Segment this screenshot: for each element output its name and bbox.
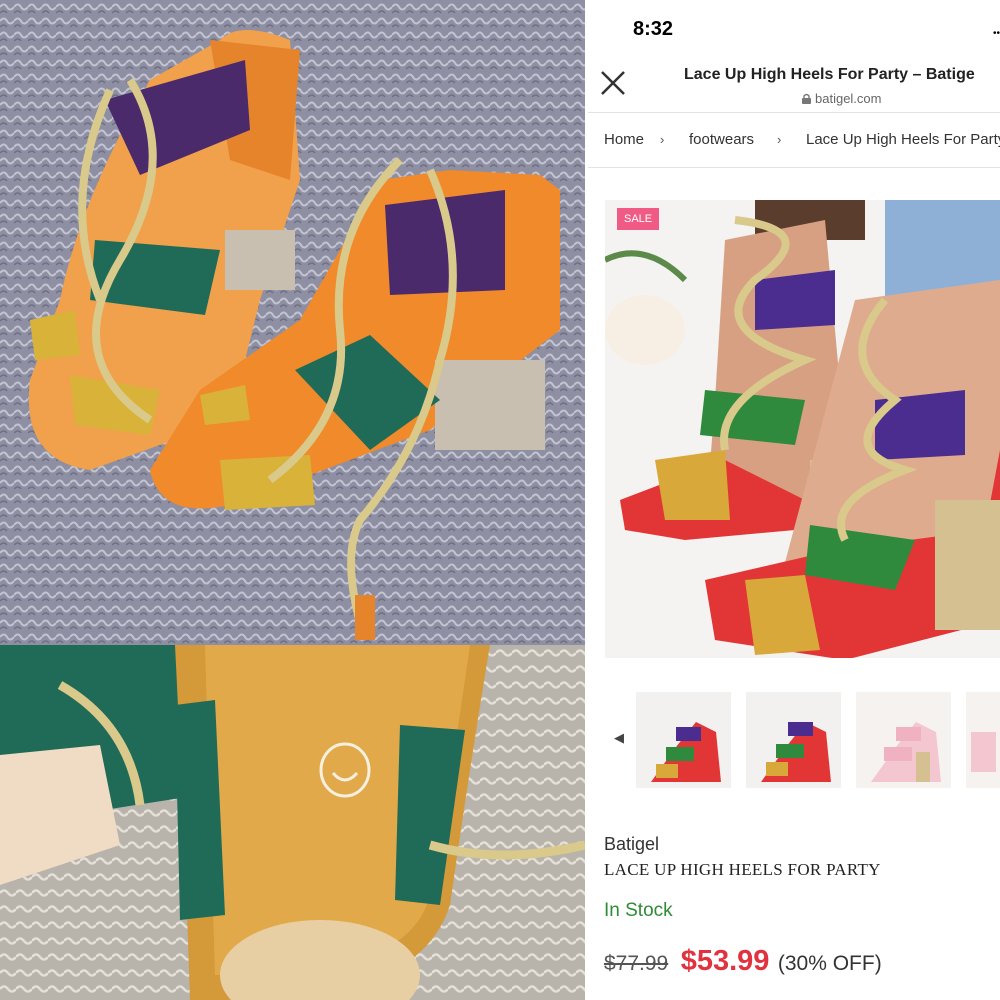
mobile-browser-screen: 8:32 •• Lace Up High Heels For Party – B… bbox=[588, 0, 1000, 1000]
divider bbox=[588, 112, 1000, 113]
gallery-thumbnail[interactable] bbox=[636, 692, 731, 788]
customer-photo-shoes bbox=[0, 0, 585, 645]
sale-price: $53.99 bbox=[680, 945, 770, 977]
gallery-prev-icon[interactable]: ◀ bbox=[614, 730, 624, 746]
close-icon[interactable] bbox=[598, 68, 628, 98]
product-main-image[interactable]: SALE bbox=[605, 200, 1000, 658]
lock-icon bbox=[802, 93, 811, 104]
gallery-thumbnail[interactable] bbox=[856, 692, 951, 788]
breadcrumb-home[interactable]: Home bbox=[604, 131, 644, 148]
customer-photo-sole bbox=[0, 645, 585, 1000]
stock-status: In Stock bbox=[604, 900, 673, 921]
product-brand: Batigel bbox=[604, 834, 660, 854]
breadcrumb-footwears[interactable]: footwears bbox=[689, 131, 754, 148]
breadcrumb-separator: › bbox=[777, 132, 782, 147]
url-text: batigel.com bbox=[815, 91, 882, 106]
signal-icon: •• bbox=[992, 28, 1000, 39]
product-name: LACE UP HIGH HEELS FOR PARTY bbox=[604, 860, 881, 879]
breadcrumb-current: Lace Up High Heels For Party bbox=[806, 131, 1000, 148]
status-time: 8:32 bbox=[633, 18, 674, 40]
original-price: $77.99 bbox=[604, 952, 669, 975]
gallery-thumbnail[interactable] bbox=[746, 692, 841, 788]
discount-label: (30% OFF) bbox=[777, 952, 882, 975]
divider bbox=[588, 167, 1000, 168]
sale-badge: SALE bbox=[617, 208, 660, 230]
breadcrumb-separator: › bbox=[660, 132, 665, 147]
price-row: $77.99 $53.99 (30% OFF) bbox=[604, 945, 882, 978]
page-title: Lace Up High Heels For Party – Batige bbox=[684, 66, 975, 83]
gallery-thumbnail[interactable] bbox=[966, 692, 1000, 788]
url-label[interactable]: batigel.com bbox=[802, 91, 881, 106]
